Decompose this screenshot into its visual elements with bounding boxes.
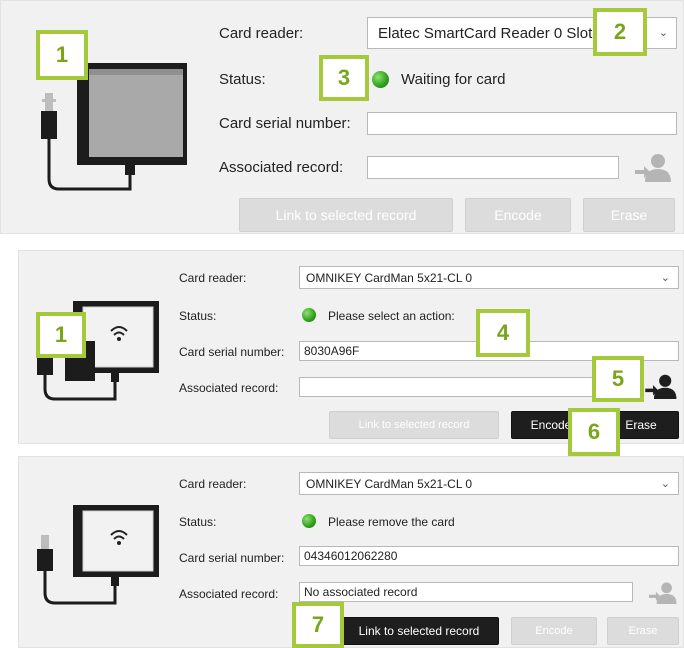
status-value: Please select an action: [328,309,455,323]
card-reader-select[interactable]: OMNIKEY CardMan 5x21-CL 0 ⌄ [299,472,679,495]
encode-button[interactable]: Encode [511,617,597,645]
status-label: Status: [219,71,266,88]
status-led-icon [302,308,316,322]
link-to-record-button[interactable]: Link to selected record [339,617,499,645]
chevron-down-icon[interactable]: ⌄ [661,270,670,283]
callout-1-second: 1 [36,312,86,358]
link-to-record-button[interactable]: Link to selected record [329,411,499,439]
card-reader-value: OMNIKEY CardMan 5x21-CL 0 [306,477,473,491]
associated-record-label: Associated record: [179,587,279,601]
card-reader-label: Card reader: [179,477,247,491]
card-reader-value: Elatec SmartCard Reader 0 Slot [378,25,593,42]
reader-panel-waiting: Card reader: Elatec SmartCard Reader 0 S… [0,0,684,234]
contactless-card-reader-icon [37,505,159,605]
card-serial-label: Card serial number: [179,345,285,359]
link-person-icon[interactable] [647,581,677,604]
link-person-icon[interactable] [633,152,671,182]
status-label: Status: [179,515,217,529]
associated-record-field[interactable] [367,156,619,179]
callout-3: 3 [319,55,369,101]
card-serial-field[interactable] [367,112,677,135]
callout-4: 4 [476,309,530,357]
card-reader-value: OMNIKEY CardMan 5x21-CL 0 [306,271,473,285]
chevron-down-icon[interactable]: ⌄ [661,476,670,489]
card-serial-label: Card serial number: [219,115,351,132]
reader-panel-remove-card: Card reader: OMNIKEY CardMan 5x21-CL 0 ⌄… [18,456,684,648]
callout-7: 7 [292,602,344,648]
link-person-icon[interactable] [643,373,677,399]
chevron-down-icon[interactable]: ⌄ [659,26,668,39]
erase-button[interactable]: Erase [607,617,679,645]
erase-button[interactable]: Erase [583,198,675,232]
associated-record-field[interactable] [299,377,633,397]
callout-2: 2 [593,8,647,56]
callout-6: 6 [568,408,620,456]
status-led-icon [302,514,316,528]
link-to-record-button[interactable]: Link to selected record [239,198,453,232]
card-reader-label: Card reader: [179,271,247,285]
associated-record-field[interactable]: No associated record [299,582,633,602]
associated-record-label: Associated record: [219,159,344,176]
callout-5: 5 [592,356,644,402]
callout-1: 1 [36,30,88,80]
card-reader-select[interactable]: OMNIKEY CardMan 5x21-CL 0 ⌄ [299,266,679,289]
status-label: Status: [179,309,217,323]
associated-record-label: Associated record: [179,381,279,395]
status-value: Waiting for card [401,71,506,88]
card-serial-field[interactable]: 04346012062280 [299,546,679,566]
card-reader-label: Card reader: [219,25,304,42]
encode-button[interactable]: Encode [465,198,571,232]
card-serial-label: Card serial number: [179,551,285,565]
status-value: Please remove the card [328,515,455,529]
status-led-icon [372,71,389,88]
